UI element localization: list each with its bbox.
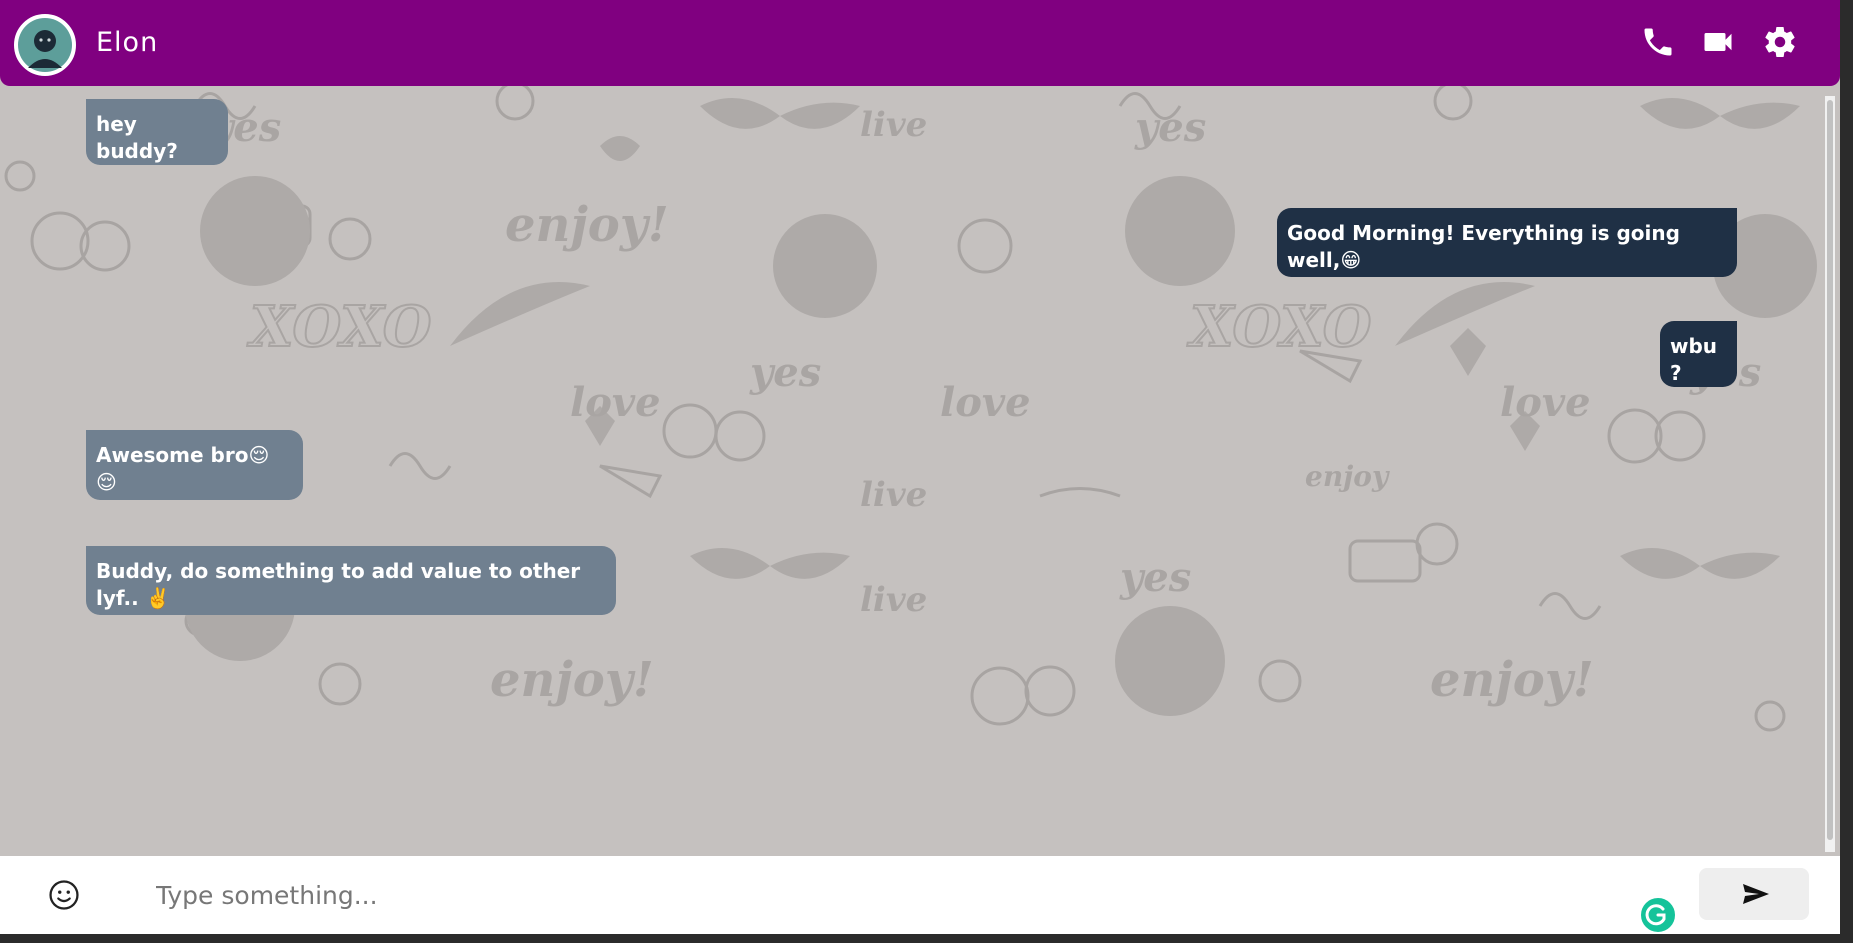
message-composer xyxy=(0,856,1840,934)
smiley-icon[interactable] xyxy=(47,878,81,912)
message-bubble: Buddy, do something to add value to othe… xyxy=(86,546,616,615)
video-camera-icon[interactable] xyxy=(1700,24,1736,60)
message-input[interactable] xyxy=(130,870,1610,920)
chat-header: Elon xyxy=(0,0,1840,86)
message-bubble: Good Morning! Everything is going well,😁 xyxy=(1277,208,1737,277)
message-text: hey buddy? xyxy=(96,112,178,163)
message-list: hey buddy? Good Morning! Everything is g… xyxy=(0,86,1825,856)
message-text: Good Morning! Everything is going well,😁 xyxy=(1287,221,1680,272)
scrollbar[interactable] xyxy=(1825,96,1835,852)
message-text: Buddy, do something to add value to othe… xyxy=(96,559,581,610)
contact-name: Elon xyxy=(96,27,159,58)
message-text: Awesome bro😌 😌 xyxy=(96,443,270,494)
message-text: wbu ? xyxy=(1670,334,1718,385)
send-button[interactable] xyxy=(1699,868,1809,920)
message-bubble: hey buddy? xyxy=(86,99,228,165)
grammarly-icon[interactable] xyxy=(1639,896,1677,934)
avatar[interactable] xyxy=(14,14,76,76)
send-icon xyxy=(1743,884,1769,904)
chat-window: Elon enjoy! enjoy! enjoy! yes yes yes ye… xyxy=(0,0,1840,934)
scrollbar-thumb[interactable] xyxy=(1827,100,1833,840)
phone-icon[interactable] xyxy=(1640,24,1676,60)
gear-icon[interactable] xyxy=(1762,24,1798,60)
message-bubble: Awesome bro😌 😌 xyxy=(86,430,303,500)
message-bubble: wbu ? xyxy=(1660,321,1737,387)
